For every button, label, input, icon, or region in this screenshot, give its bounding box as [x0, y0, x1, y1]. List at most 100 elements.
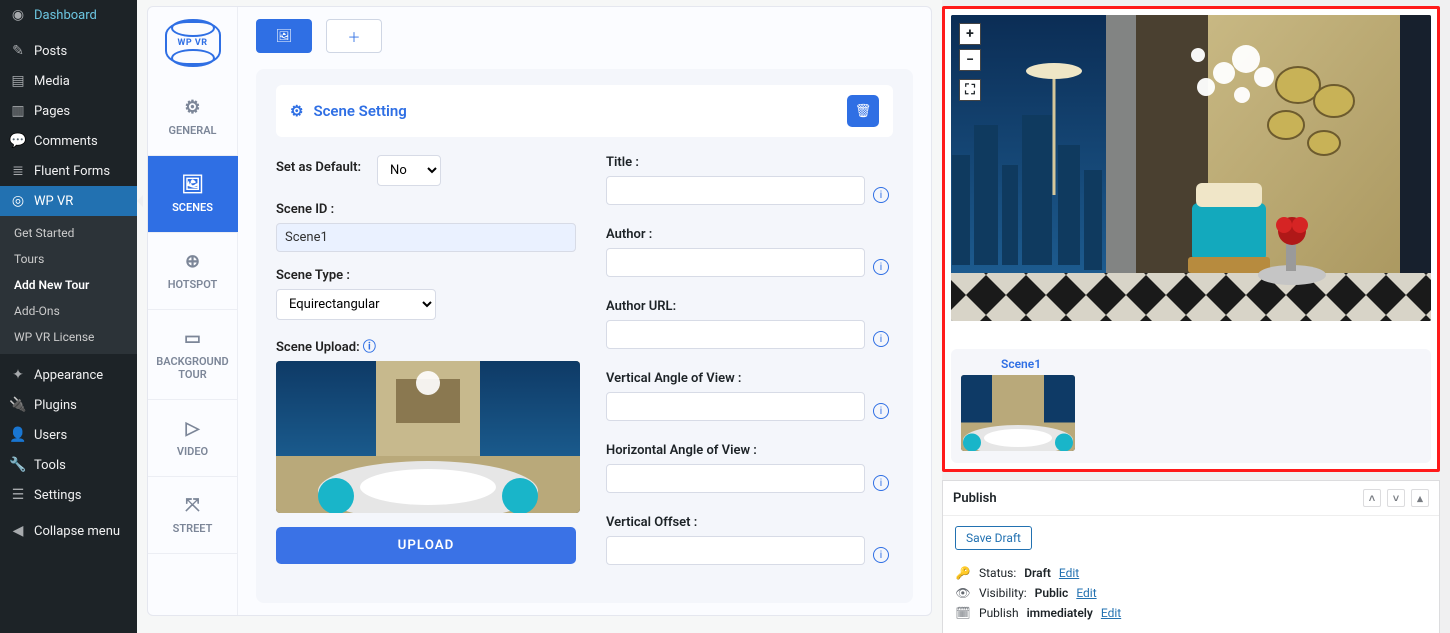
submenu-wpvr: Get Started Tours Add New Tour Add-Ons W… — [0, 216, 137, 354]
scene-type-select[interactable]: Equirectangular — [276, 289, 436, 320]
gallery-item-label: Scene1 — [1001, 357, 1421, 371]
info-icon[interactable]: i — [873, 259, 889, 275]
vr-icon: ◎ — [10, 193, 26, 209]
menu-media[interactable]: ▤Media — [0, 66, 137, 96]
user-icon: 👤 — [10, 427, 26, 443]
tab-label: BACKGROUND TOUR — [156, 355, 228, 381]
menu-fluentforms[interactable]: ≣Fluent Forms — [0, 156, 137, 186]
image-icon: 🖼 — [152, 174, 234, 195]
scene-setting-title: Scene Setting — [313, 102, 406, 120]
author-url-input[interactable] — [606, 320, 865, 349]
tab-scenes[interactable]: 🖼 SCENES — [148, 156, 238, 233]
tab-label: STREET — [173, 522, 213, 535]
chat-icon: 💬 — [10, 133, 26, 149]
plus-icon: ＋ — [347, 27, 360, 46]
schedule-value: immediately — [1027, 606, 1093, 620]
tab-label: VIDEO — [177, 445, 208, 458]
trash-icon: 🗑 — [855, 104, 872, 119]
tab-hotspot[interactable]: ⊕HOTSPOT — [148, 233, 238, 310]
schedule-label: Publish — [979, 606, 1019, 620]
menu-collapse[interactable]: ◀Collapse menu — [0, 516, 137, 546]
scene-upload-label: Scene Upload: ⓘ — [276, 336, 576, 355]
info-icon[interactable]: i — [873, 475, 889, 491]
menu-label: Plugins — [34, 398, 77, 413]
delete-scene-button[interactable]: 🗑 — [847, 95, 879, 127]
vfov-label: Vertical Angle of View : — [606, 371, 865, 386]
vfov-input[interactable] — [606, 392, 865, 421]
gallery-thumb[interactable] — [961, 375, 1075, 451]
scene-subtab-image[interactable]: 🖼 — [256, 19, 312, 53]
menu-label: Dashboard — [34, 8, 97, 23]
scene-id-label: Scene ID : — [276, 202, 576, 217]
info-icon[interactable]: i — [873, 403, 889, 419]
scene-gallery: Scene1 — [951, 349, 1431, 463]
status-label: Status: — [979, 566, 1016, 580]
author-label: Author : — [606, 227, 865, 242]
menu-wpvr[interactable]: ◎WP VR — [0, 186, 137, 216]
info-icon[interactable]: i — [873, 331, 889, 347]
tab-bgtour[interactable]: ▭ BACKGROUND TOUR — [148, 310, 238, 400]
tour-icon: ▭ — [152, 328, 234, 349]
menu-comments[interactable]: 💬 Comments — [0, 126, 137, 156]
publish-title: Publish — [953, 491, 997, 506]
set-default-label: Set as Default: — [276, 160, 361, 175]
scene-id-input[interactable] — [276, 223, 576, 252]
zoom-in-button[interactable]: + — [959, 23, 981, 45]
voff-label: Vertical Offset : — [606, 515, 865, 530]
menu-posts[interactable]: ✎Posts — [0, 36, 137, 66]
zoom-out-button[interactable]: − — [959, 49, 981, 71]
submenu-license[interactable]: WP VR License — [0, 324, 137, 350]
submenu-get-started[interactable]: Get Started — [0, 220, 137, 246]
menu-label: Comments — [34, 134, 98, 149]
video-icon: ▷ — [152, 418, 234, 439]
submenu-addons[interactable]: Add-Ons — [0, 298, 137, 324]
submenu-tours[interactable]: Tours — [0, 246, 137, 272]
edit-status-link[interactable]: Edit — [1059, 566, 1079, 580]
info-icon[interactable]: i — [873, 547, 889, 563]
upload-button[interactable]: UPLOAD — [276, 527, 576, 564]
preview-panel: + − ⛶ — [942, 6, 1440, 472]
tab-general[interactable]: ⚙GENERAL — [148, 79, 238, 156]
visibility-value: Public — [1035, 586, 1069, 600]
collapse-icon: ◀ — [10, 523, 26, 539]
info-icon[interactable]: i — [873, 187, 889, 203]
gauge-icon: ◉ — [10, 7, 26, 23]
tab-label: GENERAL — [169, 124, 217, 137]
room-render — [951, 15, 1431, 321]
wp-admin-sidebar: ◉ Dashboard ✎Posts ▤Media ▥Pages 💬 Comment… — [0, 0, 137, 633]
set-default-select[interactable]: No — [377, 155, 441, 186]
title-input[interactable] — [606, 176, 865, 205]
tab-street[interactable]: ⤧STREET — [148, 477, 238, 554]
submenu-add-new-tour[interactable]: Add New Tour — [0, 272, 137, 298]
info-icon[interactable]: ⓘ — [363, 340, 376, 355]
voff-input[interactable] — [606, 536, 865, 565]
vr-viewer[interactable]: + − ⛶ — [951, 15, 1431, 321]
author-input[interactable] — [606, 248, 865, 277]
menu-tools[interactable]: 🔧Tools — [0, 450, 137, 480]
menu-pages[interactable]: ▥Pages — [0, 96, 137, 126]
menu-dashboard[interactable]: ◉ Dashboard — [0, 0, 137, 30]
key-icon: 🔑 — [955, 566, 971, 580]
title-label: Title : — [606, 155, 865, 170]
target-icon: ⊕ — [152, 251, 234, 272]
scene-subtab-add[interactable]: ＋ — [326, 19, 382, 53]
tab-video[interactable]: ▷ VIDEO — [148, 400, 238, 477]
save-draft-button[interactable]: Save Draft — [955, 526, 1032, 550]
scene-thumbnail — [276, 361, 580, 513]
edit-schedule-link[interactable]: Edit — [1101, 606, 1121, 620]
author-url-label: Author URL: — [606, 299, 865, 314]
hfov-input[interactable] — [606, 464, 865, 493]
panel-up-button[interactable]: ˄ — [1363, 489, 1381, 507]
menu-plugins[interactable]: 🔌Plugins — [0, 390, 137, 420]
edit-visibility-link[interactable]: Edit — [1076, 586, 1096, 600]
gear-icon: ⚙ — [290, 102, 303, 120]
panel-down-button[interactable]: ˅ — [1387, 489, 1405, 507]
tab-label: SCENES — [172, 201, 213, 214]
menu-users[interactable]: 👤Users — [0, 420, 137, 450]
image-icon: 🖼 — [276, 29, 293, 44]
panel-toggle-button[interactable]: ▴ — [1411, 489, 1429, 507]
menu-appearance[interactable]: ✦Appearance — [0, 360, 137, 390]
hfov-label: Horizontal Angle of View : — [606, 443, 865, 458]
menu-settings[interactable]: ☰Settings — [0, 480, 137, 510]
fullscreen-button[interactable]: ⛶ — [959, 79, 981, 101]
